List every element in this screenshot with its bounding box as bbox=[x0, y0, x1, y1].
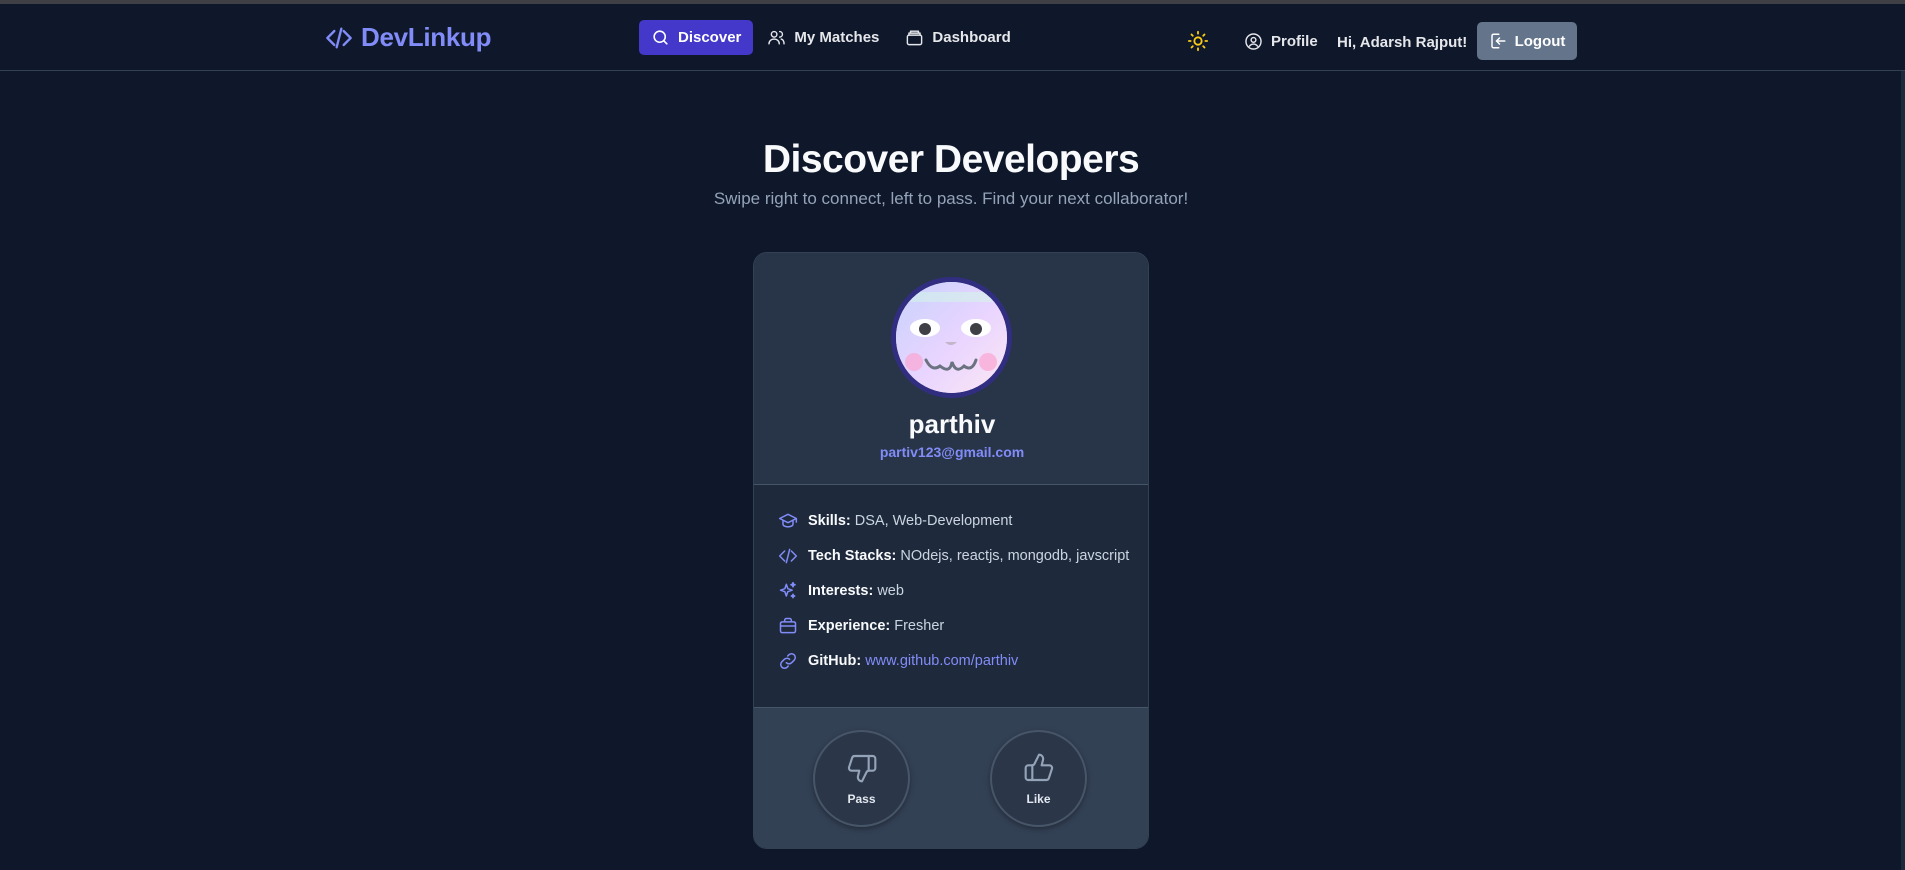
avatar bbox=[896, 282, 1007, 393]
user-greeting: Hi, Adarsh Rajput! bbox=[1337, 34, 1468, 51]
link-icon bbox=[779, 652, 797, 670]
graduation-cap-icon bbox=[778, 513, 798, 528]
nav-my-matches[interactable]: My Matches bbox=[755, 20, 891, 55]
brand-logo[interactable]: DevLinkup bbox=[325, 22, 492, 53]
avatar-illustration bbox=[896, 282, 1007, 393]
nav-my-matches-label: My Matches bbox=[794, 29, 880, 46]
thumbs-up-icon bbox=[1024, 753, 1053, 781]
like-label: Like bbox=[1026, 791, 1051, 806]
detail-tech-stacks: Tech Stacks: NOdejs, reactjs, mongodb, j… bbox=[778, 546, 1129, 566]
user-circle-icon bbox=[1245, 33, 1262, 50]
page-subtitle: Swipe right to connect, left to pass. Fi… bbox=[713, 189, 1189, 208]
card-details: Skills: DSA, Web-Development Tech Stacks… bbox=[754, 486, 1148, 707]
nav-discover[interactable]: Discover bbox=[639, 20, 754, 55]
detail-experience-label: Experience: bbox=[808, 618, 891, 634]
detail-interests-label: Interests: bbox=[808, 583, 874, 599]
profile-link[interactable]: Profile bbox=[1244, 32, 1318, 51]
detail-skills-value: DSA, Web-Development bbox=[854, 513, 1013, 529]
detail-interests: Interests: web bbox=[778, 581, 904, 601]
developer-email[interactable]: partiv123@gmail.com bbox=[754, 444, 1148, 460]
detail-github-label: GitHub: bbox=[808, 653, 862, 669]
thumbs-down-icon bbox=[847, 754, 876, 782]
users-icon bbox=[768, 30, 786, 45]
detail-interests-value: web bbox=[877, 583, 904, 599]
nav-discover-label: Discover bbox=[678, 29, 742, 46]
github-link[interactable]: www.github.com/parthiv bbox=[865, 653, 1018, 669]
code-icon bbox=[778, 548, 798, 564]
detail-tech-label: Tech Stacks: bbox=[808, 548, 897, 564]
detail-tech-value: NOdejs, reactjs, mongodb, javscript bbox=[900, 548, 1130, 564]
briefcase-icon bbox=[779, 617, 797, 634]
search-icon bbox=[653, 30, 668, 45]
logout-button[interactable]: Logout bbox=[1477, 22, 1577, 60]
main-nav: Discover My Matches Dashboard bbox=[639, 20, 1025, 55]
developer-name: parthiv bbox=[908, 409, 996, 439]
avatar-ring bbox=[891, 277, 1012, 398]
detail-skills: Skills: DSA, Web-Development bbox=[778, 511, 1012, 531]
pass-label: Pass bbox=[847, 791, 876, 806]
page-title: Discover Developers bbox=[762, 138, 1140, 181]
layers-icon bbox=[907, 30, 923, 46]
sparkles-icon bbox=[779, 581, 796, 599]
card-header: parthiv partiv123@gmail.com bbox=[754, 253, 1148, 485]
detail-experience: Experience: Fresher bbox=[778, 616, 944, 636]
logout-icon bbox=[1490, 33, 1506, 49]
top-navbar: DevLinkup Discover My Matches Dashboard … bbox=[0, 4, 1905, 71]
detail-experience-value: Fresher bbox=[894, 618, 945, 634]
brand-name: DevLinkup bbox=[361, 22, 492, 52]
nav-dashboard-label: Dashboard bbox=[932, 29, 1011, 46]
logout-label: Logout bbox=[1514, 32, 1566, 50]
developer-card[interactable]: parthiv partiv123@gmail.com Skills: DSA,… bbox=[753, 252, 1149, 849]
sun-icon[interactable] bbox=[1187, 30, 1209, 52]
nav-dashboard[interactable]: Dashboard bbox=[893, 20, 1022, 55]
detail-github: GitHub: www.github.com/parthiv bbox=[778, 651, 1018, 671]
pass-button[interactable]: Pass bbox=[813, 730, 910, 827]
profile-label: Profile bbox=[1271, 33, 1318, 50]
like-button[interactable]: Like bbox=[990, 730, 1087, 827]
code-icon bbox=[326, 27, 352, 48]
detail-skills-label: Skills: bbox=[808, 513, 851, 529]
card-actions: Pass Like bbox=[754, 707, 1148, 848]
